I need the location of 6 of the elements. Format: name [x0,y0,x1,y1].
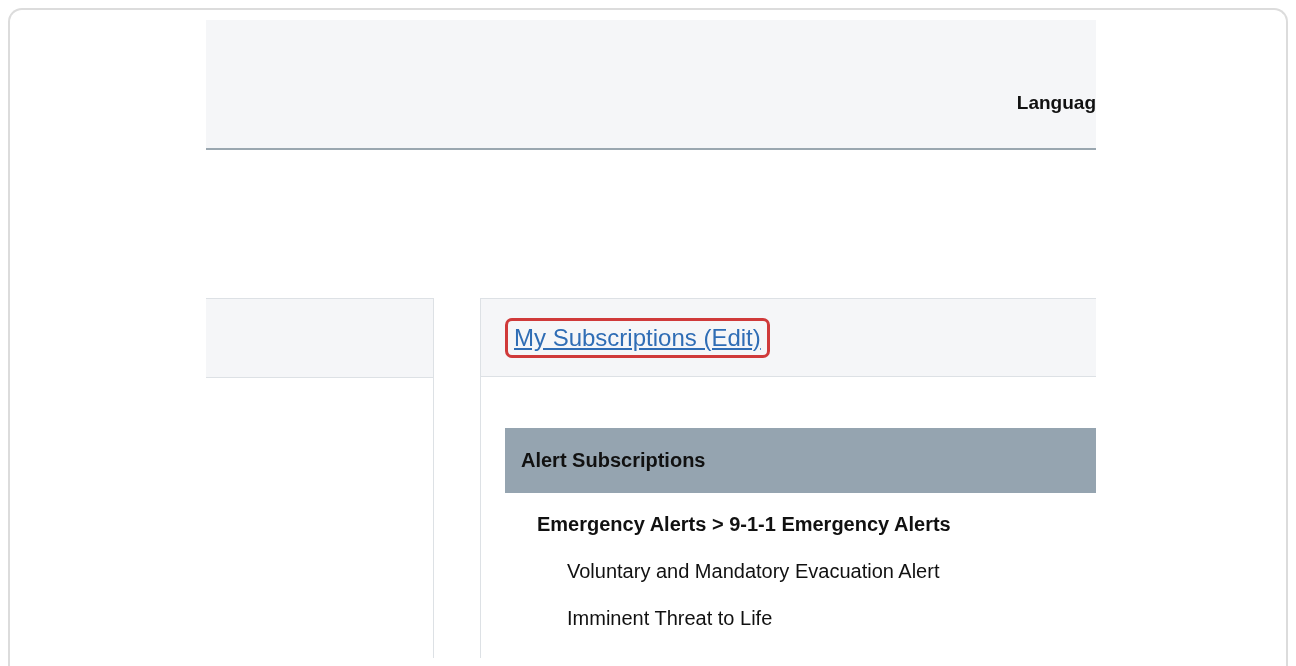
edit-subscriptions-link[interactable]: My Subscriptions (Edit) [505,317,770,358]
section-title: Alert Subscriptions [521,449,706,472]
language-label[interactable]: Languag [1016,92,1096,114]
alert-category: Emergency Alerts > 9-1-1 Emergency Alerts [537,513,952,536]
alert-item: Imminent Threat to Life [567,607,774,630]
alert-item: Voluntary and Mandatory Evacuation Alert [567,560,941,583]
